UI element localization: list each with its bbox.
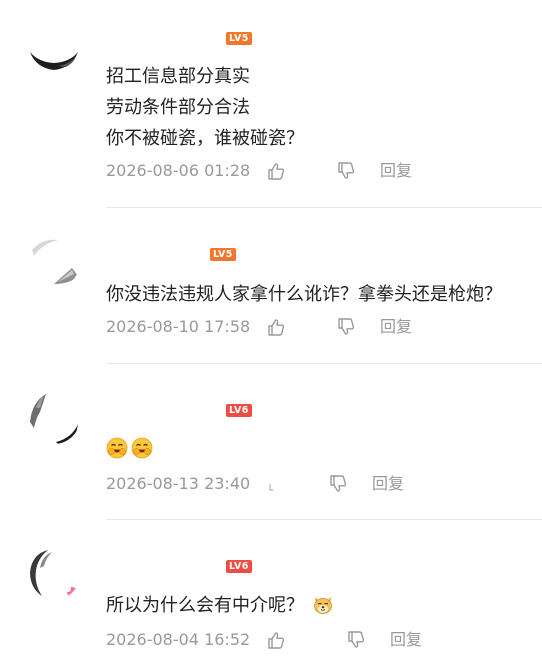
comment-text-line: 招工信息部分真实 [106, 66, 250, 87]
comment-text: 所以为什么会有中介呢？ [106, 595, 304, 616]
level-badge: LV5 [210, 248, 236, 261]
avatar[interactable] [28, 392, 80, 444]
grin-emoji [106, 437, 128, 459]
divider [106, 207, 542, 208]
thumb-up-icon[interactable] [266, 317, 286, 337]
avatar[interactable] [28, 18, 80, 70]
avatar[interactable] [28, 548, 80, 600]
comment-text-line: 劳动条件部分合法 [106, 97, 250, 118]
comment-time: 2026-08-06 01:28 [106, 161, 251, 180]
thumb-down-icon[interactable] [328, 474, 348, 494]
comment-text-line: 你没违法违规人家拿什么讹诈？拿拳头还是枪炮？ [106, 284, 502, 305]
comment-time: 2026-08-13 23:40 [106, 474, 251, 493]
reply-button[interactable]: 回复 [380, 316, 412, 338]
thumb-down-icon[interactable] [336, 161, 356, 181]
doge-emoji [312, 593, 334, 615]
thumb-up-icon[interactable] [266, 474, 286, 494]
username[interactable] [106, 30, 216, 48]
level-badge: LV6 [226, 404, 252, 417]
username[interactable] [106, 246, 206, 264]
reply-button[interactable]: 回复 [372, 473, 404, 495]
username[interactable] [106, 402, 216, 420]
comment-meta: 2026-08-04 16:52 回复 [106, 629, 536, 651]
thumb-down-icon[interactable] [336, 317, 356, 337]
comment-list: LV5 招工信息部分真实 劳动条件部分合法 你不被碰瓷，谁被碰瓷？ 2026-0… [0, 0, 542, 662]
divider [106, 519, 542, 520]
avatar[interactable] [28, 236, 80, 288]
comment-text-line [106, 434, 156, 465]
comment-time: 2026-08-04 16:52 [106, 630, 251, 649]
reply-button[interactable]: 回复 [390, 629, 422, 651]
divider [106, 363, 542, 364]
thumb-down-icon[interactable] [346, 630, 366, 650]
grin-emoji [131, 437, 153, 459]
comment-meta: 2026-08-06 01:28 回复 [106, 160, 536, 182]
comment-time: 2026-08-10 17:58 [106, 317, 251, 336]
comment-meta: 2026-08-13 23:40 回复 [106, 473, 536, 495]
username[interactable] [106, 558, 216, 576]
comment-text-line: 所以为什么会有中介呢？ [106, 590, 337, 621]
reply-button[interactable]: 回复 [380, 160, 412, 182]
level-badge: LV5 [226, 32, 252, 45]
level-badge: LV6 [226, 560, 252, 573]
comment-meta: 2026-08-10 17:58 回复 [106, 316, 536, 338]
thumb-up-icon[interactable] [266, 630, 286, 650]
comment-text-line: 你不被碰瓷，谁被碰瓷？ [106, 128, 304, 149]
thumb-up-icon[interactable] [266, 161, 286, 181]
